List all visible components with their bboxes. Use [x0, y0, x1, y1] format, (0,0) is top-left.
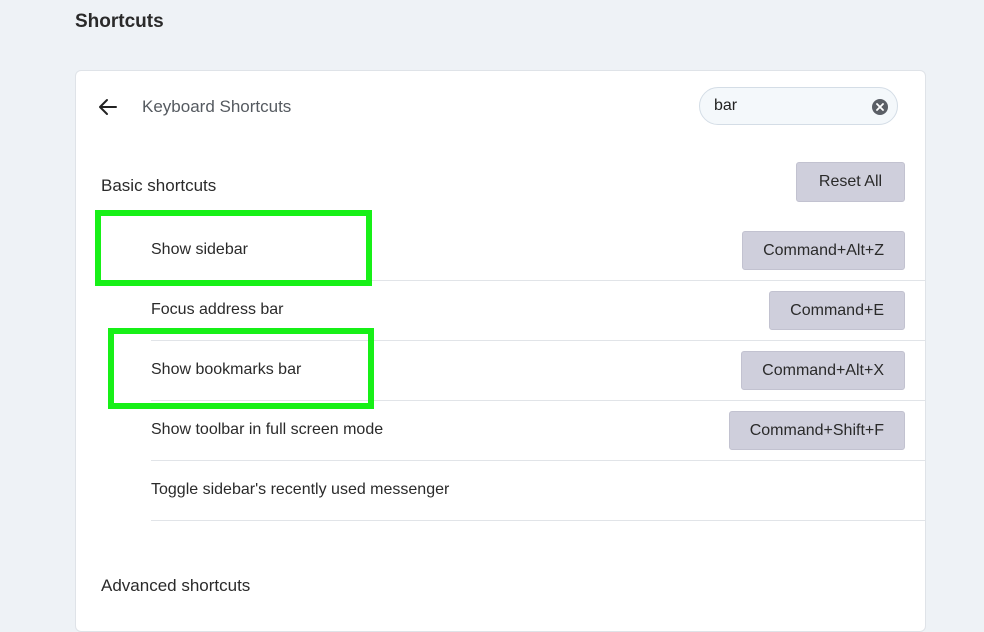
- advanced-shortcuts-heading: Advanced shortcuts: [101, 576, 251, 595]
- clear-search-button[interactable]: [872, 99, 888, 115]
- page-title: Shortcuts: [75, 11, 164, 32]
- header-title: Keyboard Shortcuts: [142, 97, 292, 116]
- shortcut-label: Toggle sidebar's recently used messenger: [151, 481, 450, 498]
- shortcut-row-focus-address-bar: Focus address bar Command+E: [151, 281, 925, 341]
- shortcut-key-button[interactable]: Command+Alt+Z: [742, 231, 905, 270]
- search-box: [699, 87, 898, 125]
- shortcut-label: Show toolbar in full screen mode: [151, 421, 384, 438]
- shortcut-label: Focus address bar: [151, 301, 284, 318]
- shortcut-row-show-bookmarks-bar: Show bookmarks bar Command+Alt+X: [151, 341, 925, 401]
- back-button[interactable]: [96, 95, 120, 119]
- shortcut-row-toggle-sidebar-messenger: Toggle sidebar's recently used messenger: [151, 461, 925, 521]
- arrow-left-icon: [99, 99, 117, 115]
- shortcut-row-show-sidebar: Show sidebar Command+Alt+Z: [151, 221, 925, 281]
- basic-shortcuts-heading: Basic shortcuts: [101, 176, 217, 195]
- shortcut-row-show-toolbar-fullscreen: Show toolbar in full screen mode Command…: [151, 401, 925, 461]
- shortcut-label: Show bookmarks bar: [151, 361, 302, 378]
- reset-all-button[interactable]: Reset All: [796, 162, 905, 202]
- clear-circle-x-icon: [876, 103, 884, 111]
- shortcut-key-button[interactable]: Command+Shift+F: [728, 411, 905, 450]
- search-input[interactable]: [714, 96, 864, 116]
- shortcut-key-button[interactable]: Command+E: [769, 291, 905, 330]
- shortcuts-card: Keyboard Shortcuts Basic shortcuts Reset…: [75, 70, 926, 632]
- shortcut-label: Show sidebar: [151, 241, 248, 258]
- shortcut-key-button[interactable]: Command+Alt+X: [741, 351, 905, 390]
